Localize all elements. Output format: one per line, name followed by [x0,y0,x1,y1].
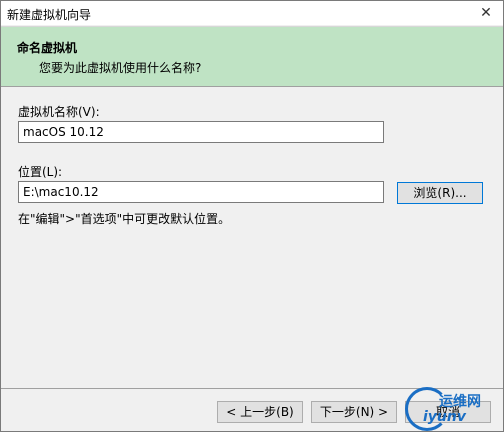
title-bar: 新建虚拟机向导 ✕ [1,1,503,25]
location-label: 位置(L): [18,165,63,179]
vm-name-input[interactable]: macOS 10.12 [18,121,384,143]
header-title: 命名虚拟机 [17,41,78,55]
watermark-bottom-text: iyunv [423,409,466,425]
back-button[interactable]: < 上一步(B) [217,401,303,423]
watermark-top-text: 运维网 [439,394,481,410]
header-subtitle: 您要为此虚拟机使用什么名称? [39,61,202,75]
header-divider [1,86,503,87]
new-vm-wizard-window: 新建虚拟机向导 ✕ 命名虚拟机 您要为此虚拟机使用什么名称? 虚拟机名称(V):… [0,0,504,432]
location-input[interactable]: E:\mac10.12 [18,181,384,203]
default-location-hint: 在"编辑">"首选项"中可更改默认位置。 [18,212,231,226]
vm-name-label: 虚拟机名称(V): [18,105,100,119]
wizard-header: 命名虚拟机 您要为此虚拟机使用什么名称? [1,26,503,86]
next-button[interactable]: 下一步(N) > [311,401,397,423]
browse-button[interactable]: 浏览(R)... [397,182,483,204]
window-title: 新建虚拟机向导 [7,8,92,22]
watermark-logo: 运维网 iyunv [405,387,501,431]
close-icon[interactable]: ✕ [469,1,503,25]
